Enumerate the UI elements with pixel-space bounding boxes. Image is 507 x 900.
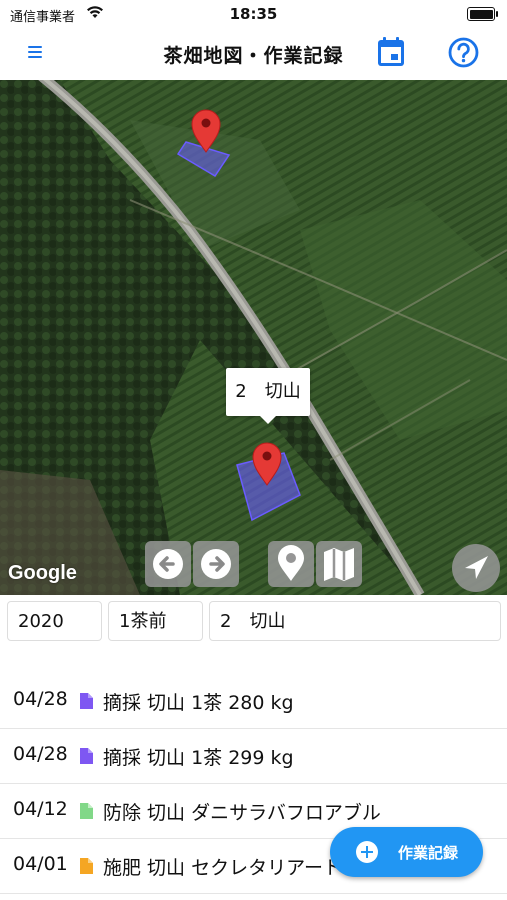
record-date: 04/01 (13, 853, 68, 875)
previous-button[interactable] (145, 541, 191, 587)
map-icon (324, 548, 354, 581)
next-button[interactable] (193, 541, 239, 587)
arrow-left-icon (153, 549, 183, 579)
document-icon (80, 748, 93, 764)
battery-icon (467, 7, 498, 21)
record-description: 摘採 切山 1茶 280 kg (103, 692, 294, 714)
map-type-button[interactable] (316, 541, 362, 587)
map-info-window[interactable]: 2 切山 (226, 368, 310, 424)
document-icon (80, 693, 93, 709)
satellite-imagery (0, 80, 507, 595)
document-icon (80, 803, 93, 819)
list-item[interactable]: 04/28 摘採 切山 1茶 280 kg (0, 674, 507, 729)
fab-label: 作業記録 (398, 844, 459, 862)
record-description: 摘採 切山 1茶 299 kg (103, 747, 294, 769)
document-icon (80, 858, 93, 874)
map-pin-icon (278, 545, 304, 581)
record-description: 防除 切山 ダニサラバフロアブル (103, 802, 381, 824)
marker-toggle-button[interactable] (268, 541, 314, 587)
record-description: 施肥 切山 セクレタリアート (103, 857, 342, 879)
map-view[interactable]: 2 切山 Google (0, 80, 507, 595)
plus-icon (356, 841, 378, 863)
year-selector[interactable]: 2020 (7, 601, 102, 641)
status-time: 18:35 (229, 5, 278, 23)
filter-row: 2020 1茶前 2 切山 (0, 595, 507, 651)
field-selector[interactable]: 2 切山 (209, 601, 501, 641)
record-date: 04/28 (13, 688, 68, 710)
add-work-record-button[interactable]: 作業記録 (330, 827, 483, 877)
help-circle-icon[interactable] (448, 37, 479, 68)
record-date: 04/12 (13, 798, 68, 820)
google-logo: Google (8, 562, 77, 584)
calendar-icon[interactable] (376, 36, 406, 68)
locate-icon (465, 556, 488, 579)
nav-bar: 茶畑地図・作業記録 (0, 28, 507, 80)
season-selector[interactable]: 1茶前 (108, 601, 203, 641)
list-item[interactable]: 04/28 摘採 切山 1茶 299 kg (0, 729, 507, 784)
page-title: 茶畑地図・作業記録 (163, 45, 344, 67)
record-date: 04/28 (13, 743, 68, 765)
locate-button[interactable] (452, 544, 500, 592)
arrow-right-icon (201, 549, 231, 579)
status-bar: 通信事業者 18:35 (0, 0, 507, 28)
